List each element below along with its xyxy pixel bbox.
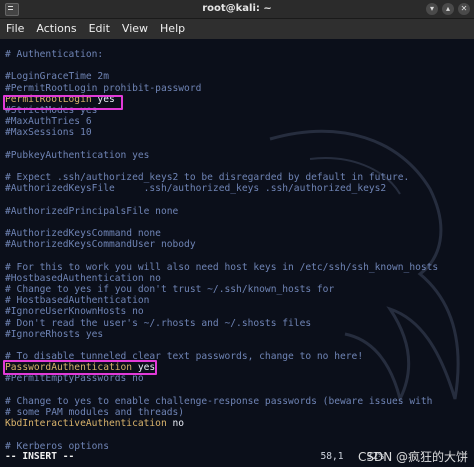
editor-line: #MaxAuthTries 6 [5,116,92,128]
editor-line: # HostbasedAuthentication [5,295,150,307]
editor-line: # For this to work you will also need ho… [5,261,439,273]
menu-edit[interactable]: Edit [89,19,110,39]
editor-line: #IgnoreRhosts yes [5,328,104,340]
minimize-button[interactable]: ▾ [426,3,438,15]
config-key: KbdInteractiveAuthentication [5,418,167,430]
mode-indicator: -- INSERT -- [5,451,75,462]
editor-line: # Authentication: [5,49,104,60]
editor-line: # Change to yes to enable challenge-resp… [5,395,433,407]
menu-bar: File Actions Edit View Help [0,19,474,39]
editor-line: #MaxSessions 10 [5,127,92,139]
editor-line: # Expect .ssh/authorized_keys2 to be dis… [5,172,410,184]
editor-line: #LoginGraceTime 2m [5,71,109,83]
editor-line: #AuthorizedKeysCommandUser nobody [5,239,196,251]
editor-line: #PermitEmptyPasswords no [5,373,144,385]
config-value: no [166,418,185,430]
editor-line: #HostbasedAuthentication no [5,272,161,284]
highlight-passwordauthentication [3,360,157,375]
window-title: root@kali: ~ [202,3,272,14]
editor-line: #IgnoreUserKnownHosts no [5,306,144,318]
editor-line: # Don't read the user's ~/.rhosts and ~/… [5,317,312,329]
menu-help[interactable]: Help [160,19,185,39]
editor-line: #AuthorizedPrincipalsFile none [5,205,179,217]
close-button[interactable]: ✕ [458,3,470,15]
editor-line: # Change to yes if you don't trust ~/.ss… [5,283,335,295]
editor-line: # some PAM modules and threads) [5,407,185,418]
terminal-area[interactable]: # Authentication: #LoginGraceTime 2m #Perm… [0,39,474,467]
maximize-button[interactable]: ▴ [442,3,454,15]
csdn-watermark: CSDN @疯狂的大饼 [357,450,468,464]
title-bar: root@kali: ~ ▾ ▴ ✕ [0,0,474,19]
editor-line: KbdInteractiveAuthentication no [5,418,467,429]
editor-line: #PermitRootLogin prohibit-password [5,82,202,94]
editor-line: #PubkeyAuthentication yes [5,149,150,161]
menu-view[interactable]: View [122,19,148,39]
menu-file[interactable]: File [6,19,24,39]
editor-line: #AuthorizedKeysFile .ssh/authorized_keys… [5,183,387,195]
highlight-permitrootlogin [3,95,123,110]
editor-line: #AuthorizedKeysCommand none [5,228,161,239]
menu-actions[interactable]: Actions [36,19,76,39]
